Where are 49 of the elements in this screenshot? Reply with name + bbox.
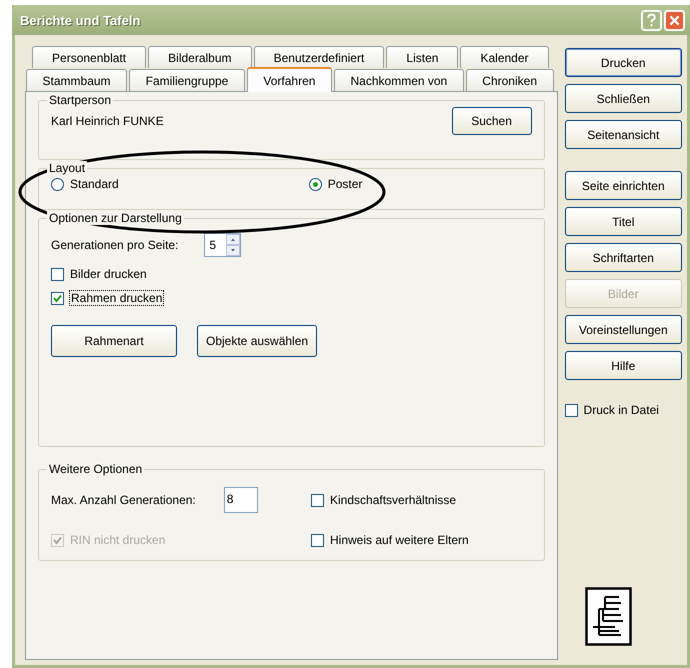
tab[interactable]: Familiengruppe	[129, 69, 245, 91]
radio-button[interactable]	[51, 178, 64, 190]
tab[interactable]: Nachkommen von	[334, 69, 464, 91]
checkbox-label: Bilder drucken	[70, 267, 147, 281]
close-icon[interactable]	[664, 10, 685, 30]
group-label: Optionen zur Darstellung	[47, 211, 184, 225]
tab[interactable]: Personenblatt	[32, 46, 146, 68]
field-label: Generationen pro Seite:	[51, 238, 178, 252]
tree-chart-icon	[584, 587, 633, 647]
tab[interactable]: Benutzerdefiniert	[254, 46, 384, 68]
button[interactable]: Objekte auswählen	[197, 325, 318, 357]
group-label: Weitere Optionen	[47, 462, 144, 476]
radio-label: Poster	[328, 177, 362, 191]
checkbox[interactable]	[311, 534, 324, 546]
checkbox-label: Hinweis auf weitere Eltern	[330, 533, 469, 547]
button[interactable]: Hilfe	[564, 351, 682, 380]
button[interactable]: Rahmenart	[51, 325, 177, 357]
input-field[interactable]: 8	[224, 487, 258, 513]
button[interactable]: Voreinstellungen	[564, 315, 682, 344]
button[interactable]: Schließen	[564, 84, 682, 113]
window-title: Berichte und Tafeln	[20, 12, 142, 28]
group-label: Startperson	[47, 93, 114, 107]
button[interactable]: Drucken	[564, 48, 682, 77]
checkbox-label: RIN nicht drucken	[70, 533, 166, 547]
spinner-arrows-icon	[226, 234, 240, 256]
radio-label: Standard	[70, 177, 119, 191]
search-button[interactable]: Suchen	[452, 107, 532, 135]
checkbox-label: Kindschaftsverhältnisse	[330, 493, 456, 507]
tab[interactable]: Stammbaum	[26, 69, 128, 91]
tab[interactable]: Bilderalbum	[148, 46, 252, 68]
checkbox[interactable]	[51, 268, 64, 280]
checkbox[interactable]	[564, 404, 578, 416]
button[interactable]: Seitenansicht	[564, 120, 682, 149]
radio-button[interactable]	[308, 178, 322, 190]
person-name: Karl Heinrich FUNKE	[51, 114, 164, 128]
spinner-field[interactable]: 5	[204, 233, 242, 257]
group-label: Layout	[47, 161, 88, 175]
checkbox-label: Druck in Datei	[584, 403, 659, 417]
tab[interactable]: Chroniken	[466, 69, 554, 91]
checkbox[interactable]	[311, 494, 324, 506]
field-label: Max. Anzahl Generationen:	[51, 493, 196, 507]
tab[interactable]: Kalender	[460, 46, 549, 68]
tab[interactable]: Vorfahren	[246, 67, 332, 92]
button[interactable]: Schriftarten	[564, 243, 682, 272]
checkbox[interactable]	[51, 292, 64, 304]
checkbox-label: Rahmen drucken	[70, 291, 164, 305]
button[interactable]: Seite einrichten	[564, 171, 682, 200]
button[interactable]: Titel	[564, 207, 682, 236]
tab[interactable]: Listen	[386, 46, 458, 68]
